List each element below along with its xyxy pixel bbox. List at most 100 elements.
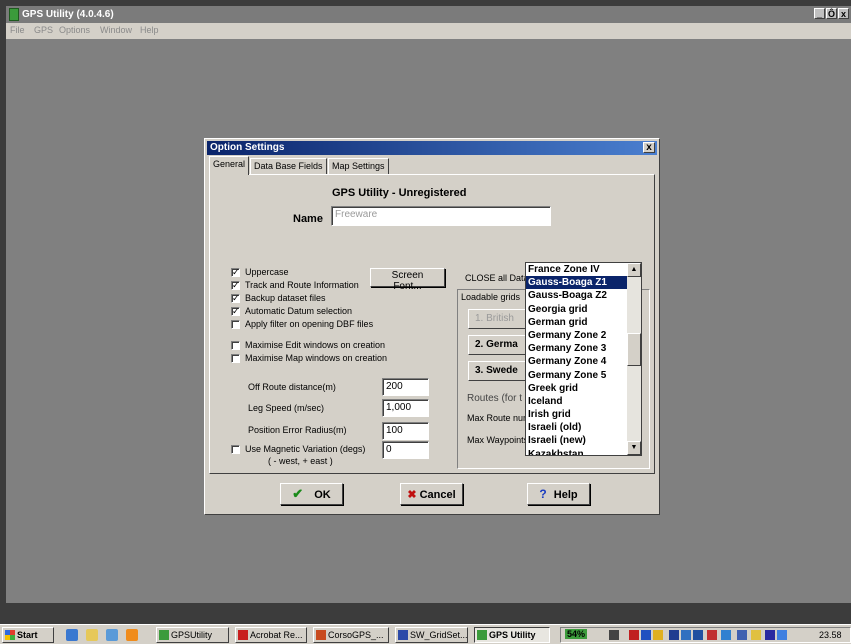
maximise-map-checkbox[interactable]	[231, 354, 240, 363]
check-icon: ✔	[292, 486, 304, 501]
update-icon[interactable]	[653, 630, 663, 640]
task-label: SW_GridSet...	[410, 630, 468, 640]
display-icon[interactable]	[669, 630, 679, 640]
registration-heading: GPS Utility - Unregistered	[332, 187, 467, 199]
grid-list-item[interactable]: Germany Zone 4	[526, 355, 628, 368]
gps-icon	[159, 630, 169, 640]
menu-gps[interactable]: GPS	[34, 25, 53, 35]
leg-speed-label: Leg Speed (m/sec)	[248, 403, 325, 413]
taskbar-acrobat[interactable]: Acrobat Re...	[235, 627, 307, 643]
menu-file[interactable]: File	[10, 25, 25, 35]
maximise-edit-label: Maximise Edit windows on creation	[245, 340, 386, 350]
ie-icon[interactable]	[66, 629, 78, 641]
messenger-icon[interactable]	[751, 630, 761, 640]
cancel-button[interactable]: ✖ Cancel	[400, 483, 463, 505]
acrobat-icon	[238, 630, 248, 640]
menu-help[interactable]: Help	[140, 25, 159, 35]
clock[interactable]: 23.58	[819, 630, 842, 640]
routes-label: Routes (for t	[467, 393, 523, 404]
position-error-label: Position Error Radius(m)	[248, 425, 347, 435]
maximise-edit-checkbox[interactable]	[231, 341, 240, 350]
ok-button[interactable]: ✔ OK	[280, 483, 343, 505]
grid-list-item[interactable]: Iceland	[526, 395, 628, 408]
grid-slot-2[interactable]: 2. Germa	[468, 335, 532, 355]
minimize-button[interactable]: _	[814, 8, 825, 19]
app-title-bar[interactable]: GPS Utility (4.0.4.6) _ Ô x	[6, 6, 851, 23]
grid-list-item[interactable]: Kazakhstan	[526, 448, 628, 455]
grid-list[interactable]: France Zone IV Gauss-Boaga Z1 Gauss-Boaga …	[525, 262, 642, 456]
uppercase-checkbox[interactable]: ✓	[231, 268, 240, 277]
grid-slot-3[interactable]: 3. Swede	[468, 361, 532, 381]
help-label: Help	[553, 489, 578, 501]
start-button[interactable]: Start	[2, 627, 54, 643]
explorer-icon[interactable]	[86, 629, 98, 641]
help-button[interactable]: ? Help	[527, 483, 590, 505]
language-icon[interactable]	[765, 630, 775, 640]
dialog-title-bar[interactable]: Option Settings x	[207, 141, 657, 155]
grid-list-item[interactable]: German grid	[526, 316, 628, 329]
document-icon	[316, 630, 326, 640]
grid-list-items: France Zone IV Gauss-Boaga Z1 Gauss-Boaga …	[526, 263, 628, 455]
position-error-field[interactable]: 100	[382, 422, 429, 440]
apply-filter-checkbox[interactable]	[231, 320, 240, 329]
network-icon[interactable]	[641, 630, 651, 640]
off-route-field[interactable]: 200	[382, 378, 429, 396]
leg-speed-field[interactable]: 1,000	[382, 399, 429, 417]
menu-options[interactable]: Options	[59, 25, 90, 35]
grid-list-item[interactable]: Israeli (old)	[526, 421, 628, 434]
menu-window[interactable]: Window	[100, 25, 132, 35]
tab-database-fields[interactable]: Data Base Fields	[250, 158, 327, 174]
device-icon[interactable]	[693, 630, 703, 640]
sync-icon[interactable]	[737, 630, 747, 640]
word-icon	[398, 630, 408, 640]
tab-map-settings[interactable]: Map Settings	[328, 158, 389, 174]
auto-datum-checkbox[interactable]: ✓	[231, 307, 240, 316]
grid-list-item[interactable]: Germany Zone 3	[526, 342, 628, 355]
loadable-grids-label: Loadable grids	[461, 292, 521, 302]
taskbar-sw-gridset[interactable]: SW_GridSet...	[395, 627, 468, 643]
grid-slot-1[interactable]: 1. British	[468, 309, 532, 329]
desktop-icon[interactable]	[106, 629, 118, 641]
battery-indicator[interactable]: 54%	[565, 629, 588, 639]
scroll-down-icon[interactable]: ▼	[627, 441, 641, 455]
grid-list-item[interactable]: Germany Zone 5	[526, 369, 628, 382]
grid-list-item[interactable]: Georgia grid	[526, 303, 628, 316]
max-route-label: Max Route num	[467, 413, 531, 423]
grid-list-item[interactable]: Gauss-Boaga Z2	[526, 289, 628, 302]
taskbar-gpsutility[interactable]: GPSUtility	[156, 627, 229, 643]
windows-logo-icon	[5, 630, 15, 640]
grid-list-item[interactable]: Israeli (new)	[526, 434, 628, 447]
taskbar-corsogps[interactable]: CorsoGPS_...	[313, 627, 389, 643]
task-label: Acrobat Re...	[250, 630, 303, 640]
dialog-close-button[interactable]: x	[643, 142, 655, 153]
media-player-icon[interactable]	[126, 629, 138, 641]
battery-icon[interactable]	[609, 630, 619, 640]
volume-icon[interactable]	[777, 630, 787, 640]
cross-icon: ✖	[407, 488, 417, 501]
close-app-button[interactable]: x	[838, 8, 849, 19]
grid-list-item[interactable]: France Zone IV	[526, 263, 628, 276]
grid-list-scrollbar[interactable]: ▲ ▼	[627, 263, 641, 455]
track-route-checkbox[interactable]: ✓	[231, 281, 240, 290]
name-field[interactable]: Freeware	[331, 206, 551, 226]
restore-button[interactable]: Ô	[826, 8, 837, 19]
app-icon	[9, 8, 19, 21]
scroll-up-icon[interactable]: ▲	[627, 263, 641, 277]
bluetooth-icon[interactable]	[721, 630, 731, 640]
scroll-thumb[interactable]	[627, 333, 641, 366]
grid-list-item[interactable]: Greek grid	[526, 382, 628, 395]
option-settings-dialog: Option Settings x General Data Base Fiel…	[204, 138, 660, 515]
grid-list-item[interactable]: Irish grid	[526, 408, 628, 421]
antivirus-icon[interactable]	[629, 630, 639, 640]
backup-checkbox[interactable]: ✓	[231, 294, 240, 303]
tab-general[interactable]: General	[209, 156, 250, 175]
magnetic-variation-checkbox[interactable]	[231, 445, 240, 454]
grid-list-item[interactable]: Germany Zone 2	[526, 329, 628, 342]
magnetic-variation-field[interactable]: 0	[382, 441, 429, 459]
alert-icon[interactable]	[707, 630, 717, 640]
auto-datum-label: Automatic Datum selection	[245, 306, 353, 316]
connection-icon[interactable]	[681, 630, 691, 640]
screen-font-button[interactable]: Screen Font...	[370, 268, 445, 292]
taskbar-gps-utility-active[interactable]: GPS Utility	[474, 627, 550, 643]
grid-list-item[interactable]: Gauss-Boaga Z1	[526, 276, 628, 290]
